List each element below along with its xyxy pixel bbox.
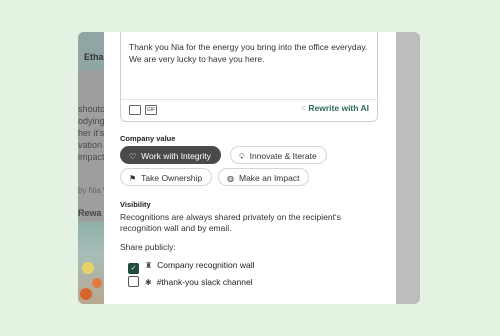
- option-label: #thank-you slack channel: [156, 277, 253, 287]
- textarea-divider: [121, 99, 377, 100]
- checkbox-slack-channel[interactable]: [128, 276, 139, 287]
- chip-label: Take Ownership: [141, 173, 203, 183]
- card-text-line: her it's: [78, 128, 105, 138]
- flag-icon: ⚑: [129, 174, 137, 183]
- chip-innovate-iterate[interactable]: 💡︎ Innovate & Iterate: [230, 146, 327, 164]
- visibility-label: Visibility: [120, 200, 151, 209]
- option-company-wall[interactable]: ✓ ♜ Company recognition wall: [128, 260, 255, 274]
- company-value-label: Company value: [120, 134, 176, 143]
- lightbulb-icon: 💡︎: [239, 152, 245, 161]
- chip-take-ownership[interactable]: ⚑ Take Ownership: [120, 168, 213, 186]
- card-reward-button[interactable]: Rewa: [78, 208, 102, 218]
- app-window: Ethan shoutou odying her it's vation of …: [78, 32, 420, 304]
- card-text-line: odying: [78, 116, 105, 126]
- image-icon[interactable]: [129, 105, 141, 115]
- option-label: Company recognition wall: [157, 260, 255, 270]
- give-recognition-modal: Thank you Nia for the energy you bring i…: [104, 32, 396, 304]
- sparkle-icon: ⁖: [300, 104, 306, 113]
- visibility-description: Recognitions are always shared privately…: [120, 212, 341, 233]
- card-text-line: impact: [78, 152, 105, 162]
- rewrite-label: Rewrite with AI: [308, 103, 369, 113]
- chip-work-with-integrity[interactable]: ♡ Work with Integrity: [120, 146, 221, 164]
- message-text[interactable]: Thank you Nia for the energy you bring i…: [129, 41, 373, 65]
- share-publicly-label: Share publicly:: [120, 242, 176, 252]
- gif-icon[interactable]: GIF: [145, 105, 157, 115]
- chip-label: Innovate & Iterate: [249, 151, 317, 161]
- globe-icon: ◍: [227, 174, 234, 183]
- option-slack-channel[interactable]: ✱ #thank-you slack channel: [128, 276, 253, 287]
- chip-label: Make an Impact: [238, 173, 300, 183]
- message-textarea[interactable]: Thank you Nia for the energy you bring i…: [120, 32, 378, 122]
- checkbox-company-wall[interactable]: ✓: [128, 263, 139, 274]
- trophy-icon: ♜: [145, 261, 153, 270]
- chip-make-an-impact[interactable]: ◍ Make an Impact: [218, 168, 310, 186]
- slack-icon: ✱: [145, 278, 152, 287]
- heart-icon: ♡: [129, 152, 137, 161]
- rewrite-with-ai-button[interactable]: ⁖ Rewrite with AI: [301, 103, 369, 113]
- chip-label: Work with Integrity: [141, 151, 211, 161]
